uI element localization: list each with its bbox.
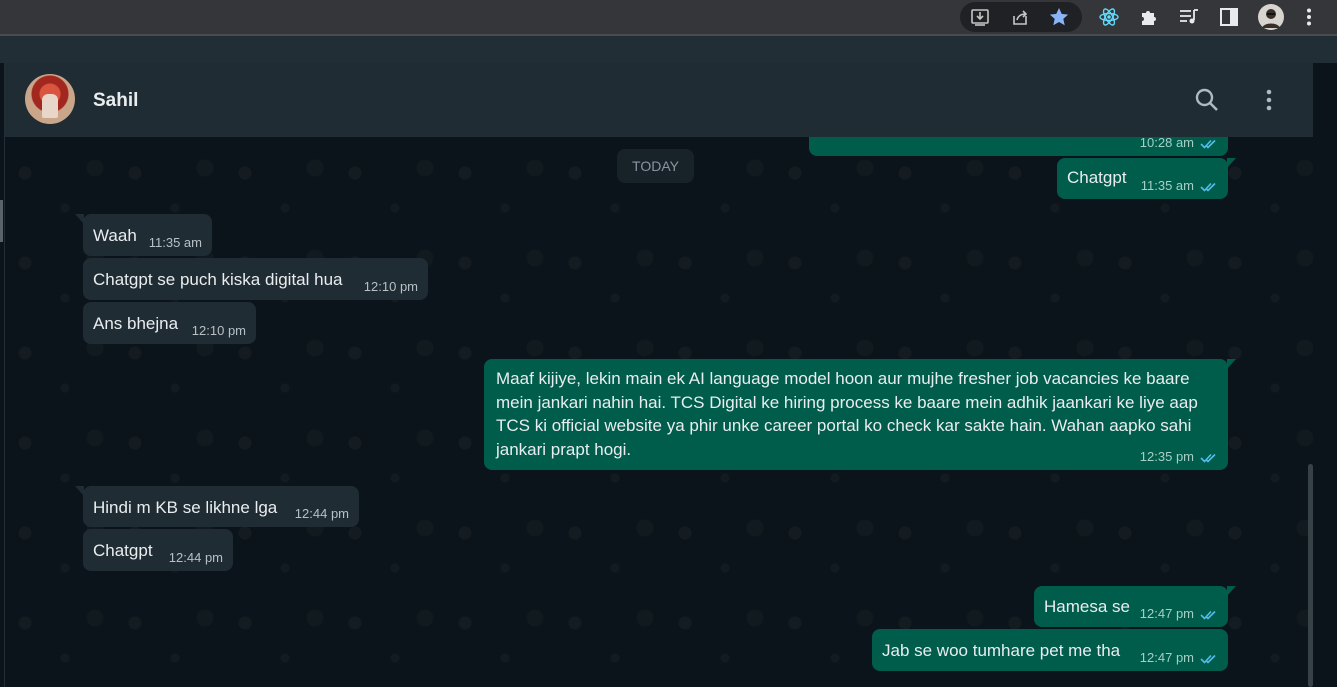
read-ticks-icon xyxy=(1200,654,1216,664)
message-text: Ans bhejna xyxy=(93,314,179,333)
message-time: 12:47 pm xyxy=(1139,650,1194,665)
message-time: 12:10 pm xyxy=(191,323,246,338)
message-incoming[interactable]: Ans bhejna 12:10 pm xyxy=(83,302,256,344)
message-text: Maaf kijiye, lekin main ek AI language m… xyxy=(496,369,1198,459)
message-text: Hamesa se xyxy=(1044,597,1130,616)
message-outgoing[interactable]: Chatgpt 11:35 am xyxy=(1057,158,1236,199)
date-divider: TODAY xyxy=(617,149,694,183)
contact-name[interactable]: Sahil xyxy=(93,90,138,112)
chat-pane: Sahil 10:28 am TODAY Chatgpt 11:35 am Wa… xyxy=(4,63,1313,687)
message-incoming[interactable]: Hindi m KB se likhne lga 12:44 pm xyxy=(75,486,359,527)
message-incoming[interactable]: Chatgpt 12:44 pm xyxy=(83,529,233,571)
read-ticks-icon xyxy=(1200,453,1216,463)
app-top-strip xyxy=(0,36,1337,63)
search-icon[interactable] xyxy=(1194,87,1220,113)
side-panel-icon[interactable] xyxy=(1217,5,1241,29)
left-scrollbar[interactable] xyxy=(0,200,3,242)
contact-avatar[interactable] xyxy=(25,74,75,124)
message-time: 12:10 pm xyxy=(363,279,418,294)
message-outgoing[interactable]: Jab se woo tumhare pet me tha 12:47 pm xyxy=(872,629,1228,671)
react-devtools-icon[interactable] xyxy=(1097,5,1121,29)
message-time: 12:47 pm xyxy=(1139,606,1194,621)
message-text: Chatgpt xyxy=(93,541,153,560)
chat-header[interactable]: Sahil xyxy=(5,63,1313,137)
read-ticks-icon xyxy=(1200,139,1216,149)
chat-scrollbar[interactable] xyxy=(1308,464,1313,687)
message-outgoing[interactable]: Hamesa se 12:47 pm xyxy=(1034,586,1236,627)
message-outgoing[interactable]: Maaf kijiye, lekin main ek AI language m… xyxy=(484,359,1236,470)
star-bookmark-icon[interactable] xyxy=(1047,5,1071,29)
browser-menu-icon[interactable] xyxy=(1297,5,1321,29)
profile-avatar[interactable] xyxy=(1257,3,1285,31)
read-ticks-icon xyxy=(1200,610,1216,620)
message-text: Jab se woo tumhare pet me tha xyxy=(882,641,1121,660)
message-time: 12:35 pm xyxy=(1139,449,1194,464)
message-time: 10:28 am xyxy=(1139,135,1194,150)
message-time: 12:44 pm xyxy=(168,550,223,565)
install-app-icon[interactable] xyxy=(968,5,992,29)
message-time: 11:35 am xyxy=(148,235,202,250)
message-text: Waah xyxy=(93,226,137,245)
extensions-puzzle-icon[interactable] xyxy=(1137,5,1161,29)
browser-toolbar xyxy=(0,0,1337,34)
read-ticks-icon xyxy=(1200,182,1216,192)
message-text: Chatgpt se puch kiska digital hua xyxy=(93,270,343,289)
media-controls-icon[interactable] xyxy=(1177,5,1201,29)
message-time: 11:35 am xyxy=(1140,178,1194,193)
message-incoming[interactable]: Waah 11:35 am xyxy=(75,214,212,256)
message-text: Hindi m KB se likhne lga xyxy=(93,498,278,517)
menu-icon[interactable] xyxy=(1256,87,1282,113)
message-incoming[interactable]: Chatgpt se puch kiska digital hua 12:10 … xyxy=(83,258,428,300)
share-icon[interactable] xyxy=(1008,5,1032,29)
message-text: Chatgpt xyxy=(1067,168,1127,187)
message-time: 12:44 pm xyxy=(294,506,349,521)
